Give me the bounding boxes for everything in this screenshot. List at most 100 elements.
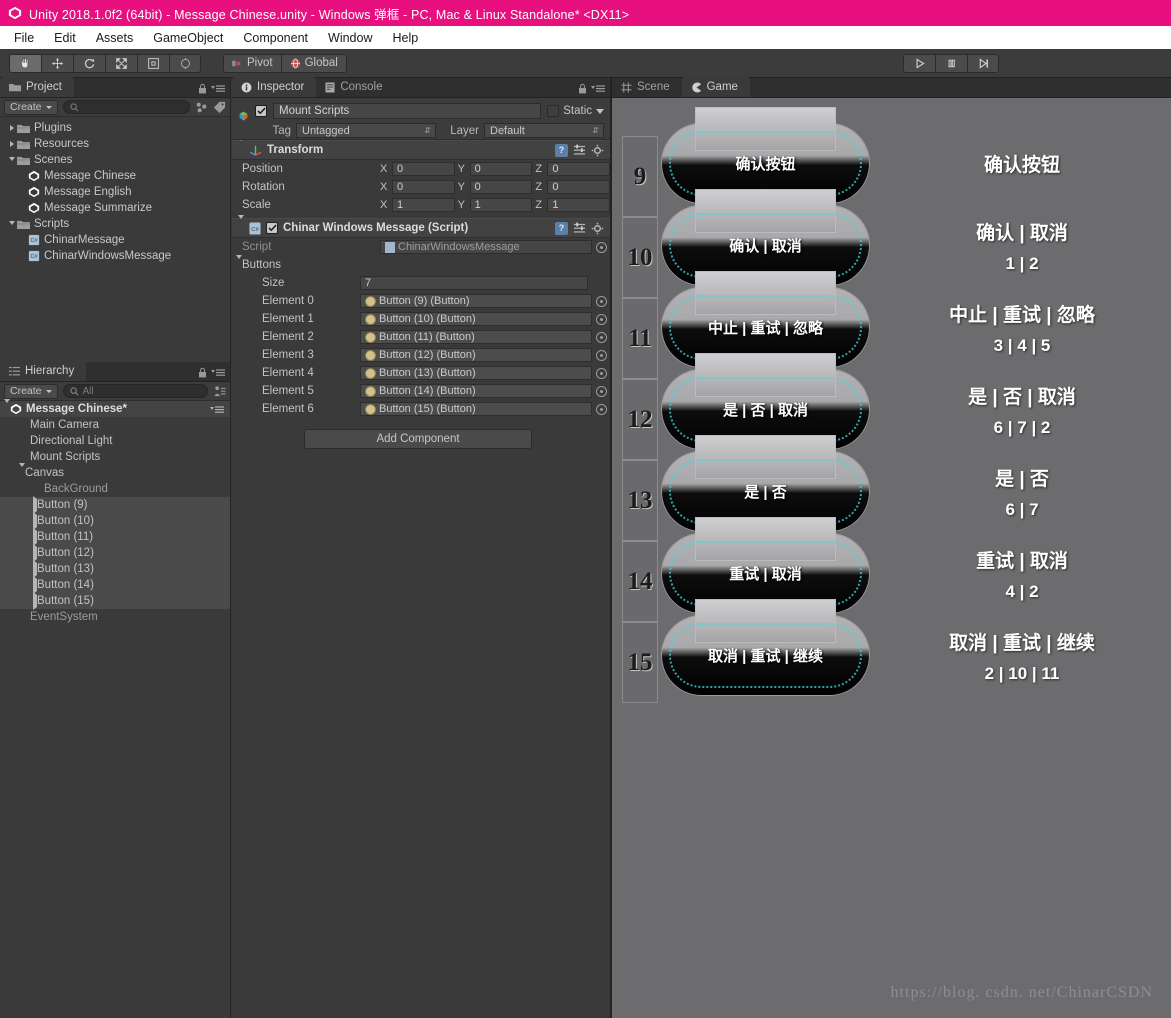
project-create-button[interactable]: Create xyxy=(4,99,58,115)
scale-z-input[interactable]: 1 xyxy=(547,198,611,212)
hierarchy-search-input[interactable]: All xyxy=(62,384,208,398)
menu-help[interactable]: Help xyxy=(382,31,428,45)
hierarchy-item-button-14[interactable]: Button (14) xyxy=(0,576,230,594)
tab-console[interactable]: Console xyxy=(316,77,394,97)
disclosure-triangle[interactable] xyxy=(238,215,244,239)
hierarchy-item-button-10[interactable]: Button (10) xyxy=(0,512,230,530)
static-checkbox[interactable] xyxy=(547,105,560,117)
hand-tool-button[interactable] xyxy=(9,53,41,73)
object-picker-icon[interactable] xyxy=(596,313,607,325)
object-picker-icon[interactable] xyxy=(596,403,607,415)
transform-component-header[interactable]: Transform ? xyxy=(232,137,610,161)
rotation-y-input[interactable]: 0 xyxy=(469,180,533,194)
element-object-field[interactable]: Button (10) (Button) xyxy=(360,312,592,326)
menu-window[interactable]: Window xyxy=(318,31,382,45)
static-toggle[interactable]: Static xyxy=(547,105,604,117)
project-item-message-chinese[interactable]: Message Chinese xyxy=(0,168,230,184)
tab-inspector[interactable]: Inspector xyxy=(232,77,317,97)
object-active-checkbox[interactable] xyxy=(255,105,267,117)
preset-icon[interactable] xyxy=(573,144,586,157)
menu-file[interactable]: File xyxy=(8,31,44,45)
hierarchy-item-scene-root[interactable]: Message Chinese* xyxy=(0,399,230,418)
size-input[interactable]: 7 xyxy=(360,276,588,290)
lock-icon[interactable] xyxy=(198,367,207,378)
menu-component[interactable]: Component xyxy=(233,31,318,45)
gear-icon[interactable] xyxy=(591,144,604,157)
scene-menu-icon[interactable] xyxy=(210,405,224,414)
element-object-field[interactable]: Button (13) (Button) xyxy=(360,366,592,380)
tab-hierarchy[interactable]: Hierarchy xyxy=(0,361,87,381)
tag-dropdown[interactable]: Untagged ⇵ xyxy=(296,123,436,138)
script-enabled-checkbox[interactable] xyxy=(266,222,278,234)
add-component-button[interactable]: Add Component xyxy=(304,429,532,449)
pause-button[interactable] xyxy=(935,54,967,73)
lock-icon[interactable] xyxy=(198,83,207,94)
hierarchy-item-eventsystem[interactable]: EventSystem xyxy=(0,609,230,625)
tab-project[interactable]: Project xyxy=(0,77,74,97)
menu-gameobject[interactable]: GameObject xyxy=(143,31,233,45)
hierarchy-item-button-12[interactable]: Button (12) xyxy=(0,544,230,562)
global-button[interactable]: Global xyxy=(280,53,347,73)
project-item-message-summarize[interactable]: Message Summarize xyxy=(0,200,230,216)
hierarchy-item-button-9[interactable]: Button (9) xyxy=(0,496,230,514)
hierarchy-create-button[interactable]: Create xyxy=(4,383,58,399)
project-item-message-english[interactable]: Message English xyxy=(0,184,230,200)
object-picker-icon[interactable] xyxy=(596,295,607,307)
menu-edit[interactable]: Edit xyxy=(44,31,86,45)
project-search-input[interactable] xyxy=(62,100,190,114)
filter-label-icon[interactable] xyxy=(213,101,226,114)
scale-y-input[interactable]: 1 xyxy=(469,198,533,212)
hierarchy-item-button-11[interactable]: Button (11) xyxy=(0,528,230,546)
filter-type-icon[interactable] xyxy=(195,101,208,114)
game-view[interactable]: 9 10 11 12 13 14 15 确认按钮 确认 | 取消 中止 | 重试… xyxy=(612,98,1171,1018)
hierarchy-item-directional-light[interactable]: Directional Light xyxy=(0,433,230,449)
rotation-z-input[interactable]: 0 xyxy=(547,180,611,194)
hierarchy-item-button-15[interactable]: Button (15) xyxy=(0,592,230,610)
play-button[interactable] xyxy=(903,54,935,73)
preset-icon[interactable] xyxy=(573,222,586,235)
disclosure-triangle[interactable] xyxy=(6,125,17,131)
rotation-x-input[interactable]: 0 xyxy=(392,180,455,194)
buttons-array-header[interactable]: Buttons xyxy=(232,255,610,274)
disclosure-triangle[interactable] xyxy=(6,141,17,147)
element-object-field[interactable]: Button (12) (Button) xyxy=(360,348,592,362)
project-item-chinarmessage[interactable]: C# ChinarMessage xyxy=(0,232,230,248)
disclosure-triangle[interactable] xyxy=(6,220,17,228)
script-object-field[interactable]: ChinarWindowsMessage xyxy=(380,240,592,254)
lock-icon[interactable] xyxy=(578,83,587,94)
element-object-field[interactable]: Button (15) (Button) xyxy=(360,402,592,416)
hierarchy-item-main-camera[interactable]: Main Camera xyxy=(0,417,230,433)
object-picker-icon[interactable] xyxy=(596,241,607,253)
hierarchy-item-canvas[interactable]: Canvas xyxy=(0,463,230,482)
hierarchy-item-background[interactable]: BackGround xyxy=(0,481,230,497)
move-tool-button[interactable] xyxy=(41,53,73,73)
game-button-15[interactable]: 取消 | 重试 | 继续 xyxy=(661,599,870,696)
rect-tool-button[interactable] xyxy=(137,53,169,73)
project-item-resources[interactable]: Resources xyxy=(0,136,230,152)
help-icon[interactable]: ? xyxy=(555,143,568,157)
element-object-field[interactable]: Button (14) (Button) xyxy=(360,384,592,398)
chevron-down-icon[interactable] xyxy=(596,108,604,114)
object-picker-icon[interactable] xyxy=(596,349,607,361)
tab-scene[interactable]: Scene xyxy=(612,77,682,97)
step-button[interactable] xyxy=(967,54,999,73)
project-item-chinarwindowsmessage[interactable]: C# ChinarWindowsMessage xyxy=(0,248,230,264)
object-picker-icon[interactable] xyxy=(596,331,607,343)
disclosure-triangle[interactable] xyxy=(238,137,244,161)
scale-x-input[interactable]: 1 xyxy=(392,198,455,212)
panel-menu-icon[interactable] xyxy=(211,368,225,377)
project-item-scripts[interactable]: Scripts xyxy=(0,216,230,232)
panel-menu-icon[interactable] xyxy=(591,84,605,93)
rotate-tool-button[interactable] xyxy=(73,53,105,73)
menu-assets[interactable]: Assets xyxy=(86,31,144,45)
gear-icon[interactable] xyxy=(591,222,604,235)
layer-dropdown[interactable]: Default ⇵ xyxy=(484,123,604,138)
position-z-input[interactable]: 0 xyxy=(547,162,611,176)
project-item-scenes[interactable]: Scenes xyxy=(0,152,230,168)
panel-menu-icon[interactable] xyxy=(211,84,225,93)
person-filter-icon[interactable] xyxy=(213,385,226,398)
hierarchy-item-button-13[interactable]: Button (13) xyxy=(0,560,230,578)
element-object-field[interactable]: Button (9) (Button) xyxy=(360,294,592,308)
project-item-plugins[interactable]: Plugins xyxy=(0,120,230,136)
help-icon[interactable]: ? xyxy=(555,221,568,235)
